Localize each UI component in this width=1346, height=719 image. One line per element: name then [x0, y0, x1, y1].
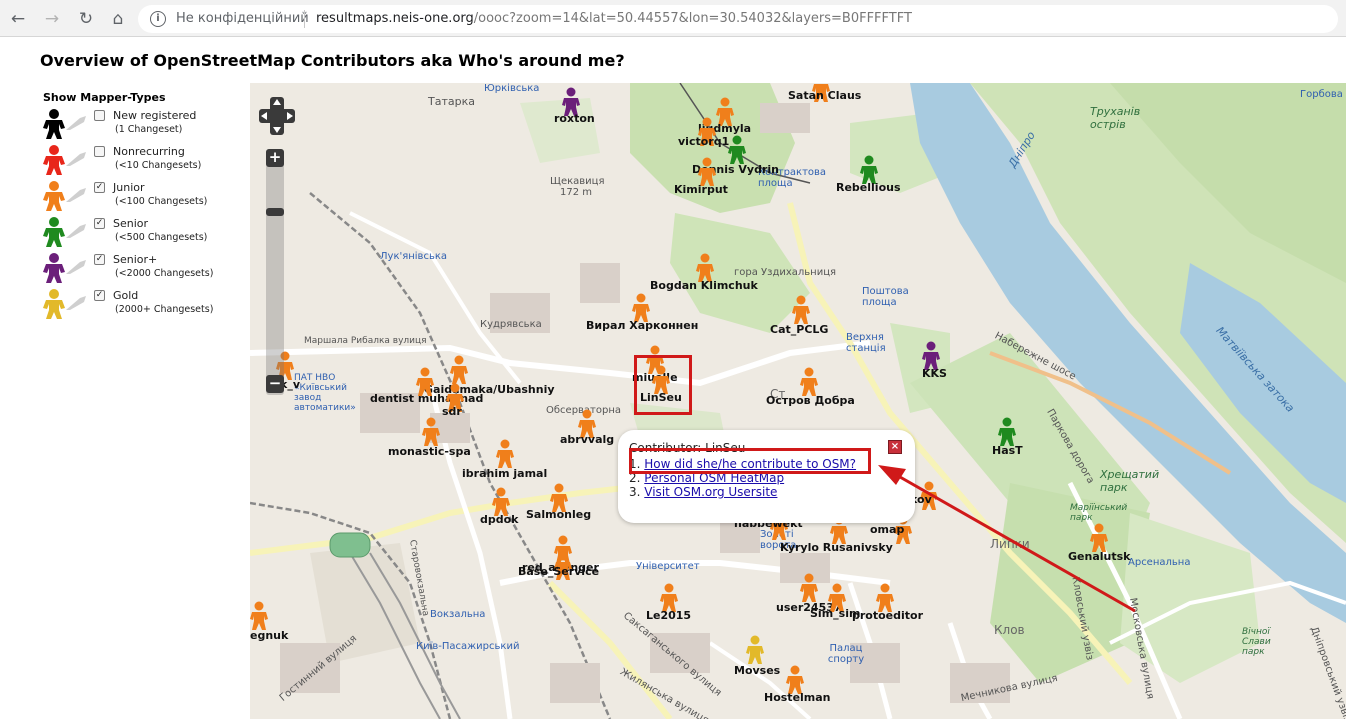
legend-item: Nonrecurring (<10 Changesets) — [40, 144, 245, 178]
info-icon[interactable]: i — [150, 11, 166, 27]
page-title: Overview of OpenStreetMap Contributors a… — [40, 51, 625, 70]
mapper-shadow-icon — [66, 224, 86, 238]
legend-label: Nonrecurring — [113, 145, 185, 158]
legend-label: New registered — [113, 109, 197, 122]
annotation-arrow — [878, 465, 1136, 613]
legend-checkbox[interactable]: ✓ — [94, 218, 105, 229]
legend-sublabel: (<10 Changesets) — [115, 160, 202, 171]
legend-checkbox[interactable] — [94, 110, 105, 121]
mapper-shadow-icon — [66, 260, 86, 274]
legend-item: ✓ Senior+ (<2000 Changesets) — [40, 252, 245, 286]
forward-arrow-icon[interactable]: → — [40, 7, 64, 31]
home-icon[interactable]: ⌂ — [106, 7, 130, 31]
legend-item: ✓ Senior (<500 Changesets) — [40, 216, 245, 250]
legend-title: Show Mapper-Types — [43, 91, 166, 104]
mapper-figure-icon — [43, 217, 65, 247]
legend-label: Junior — [113, 181, 145, 194]
legend-label: Senior — [113, 217, 149, 230]
security-status[interactable]: Не конфіденційний — [176, 11, 309, 26]
mapper-figure-icon — [43, 109, 65, 139]
legend-item: ✓ Gold (2000+ Changesets) — [40, 288, 245, 322]
mapper-shadow-icon — [66, 116, 86, 130]
map[interactable]: Татарка Юрківська Лук'янівська Кудрявськ… — [250, 83, 1346, 719]
mapper-figure-icon — [43, 289, 65, 319]
mapper-figure-icon — [43, 181, 65, 211]
legend-checkbox[interactable]: ✓ — [94, 254, 105, 265]
legend-item: New registered (1 Changeset) — [40, 108, 245, 142]
url-text[interactable]: resultmaps.neis-one.org/oooc?zoom=14&lat… — [316, 11, 912, 26]
legend-sublabel: (<500 Changesets) — [115, 232, 208, 243]
legend-checkbox[interactable] — [94, 146, 105, 157]
legend-item: ✓ Junior (<100 Changesets) — [40, 180, 245, 214]
mapper-shadow-icon — [66, 296, 86, 310]
legend-label: Gold — [113, 289, 139, 302]
url-host: resultmaps.neis-one.org — [316, 11, 474, 26]
browser-toolbar: ← → ↻ ⌂ i Не конфіденційний resultmaps.n… — [0, 0, 1346, 37]
url-path: /oooc?zoom=14&lat=50.44557&lon=30.54032&… — [473, 11, 912, 26]
address-divider — [304, 10, 305, 28]
legend-checkbox[interactable]: ✓ — [94, 290, 105, 301]
mapper-figure-icon — [43, 253, 65, 283]
legend-sublabel: (1 Changeset) — [115, 124, 183, 135]
reload-icon[interactable]: ↻ — [74, 7, 98, 31]
legend-sublabel: (2000+ Changesets) — [115, 304, 214, 315]
legend-label: Senior+ — [113, 253, 158, 266]
mapper-figure-icon — [43, 145, 65, 175]
mapper-shadow-icon — [66, 188, 86, 202]
address-bar[interactable]: i Не конфіденційний resultmaps.neis-one.… — [138, 5, 1338, 33]
legend-checkbox[interactable]: ✓ — [94, 182, 105, 193]
mapper-shadow-icon — [66, 152, 86, 166]
legend-sublabel: (<2000 Changesets) — [115, 268, 214, 279]
legend-sublabel: (<100 Changesets) — [115, 196, 208, 207]
back-arrow-icon[interactable]: ← — [6, 7, 30, 31]
